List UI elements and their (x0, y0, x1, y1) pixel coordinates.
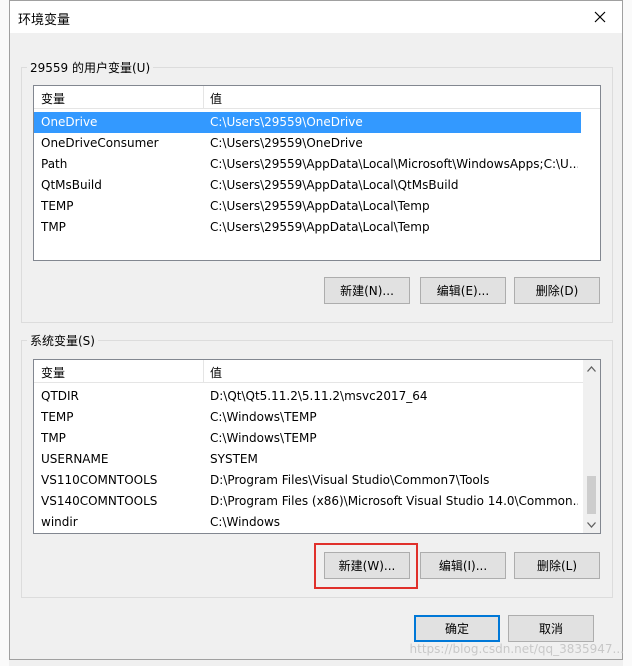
table-row[interactable]: TMP C:\Windows\TEMP (34, 428, 585, 449)
scroll-thumb[interactable] (587, 476, 596, 514)
system-edit-button[interactable]: 编辑(I)... (420, 552, 506, 579)
dialog-title: 环境变量 (18, 13, 71, 28)
variable-value-cell: C:\Users\29559\OneDrive (210, 136, 363, 150)
variable-name-cell: VS110COMNTOOLS (41, 473, 158, 487)
variable-value-cell: SYSTEM (210, 452, 258, 466)
background-window-right (623, 0, 632, 666)
table-row[interactable]: VS110COMNTOOLS D:\Program Files\Visual St… (34, 470, 585, 491)
table-row[interactable]: USERNAME SYSTEM (34, 449, 585, 470)
variable-value-cell: C:\Users\29559\AppData\Local\Temp (210, 199, 430, 213)
annotation-highlight-box (314, 543, 418, 589)
close-icon (594, 11, 606, 23)
variable-value-cell: D:\Qt\Qt5.11.2\5.11.2\msvc2017_64 (210, 389, 428, 403)
column-header-value[interactable]: 值 (210, 364, 222, 381)
table-row[interactable]: OneDriveConsumer C:\Users\29559\OneDrive (34, 133, 581, 154)
close-button[interactable] (578, 1, 622, 33)
user-delete-button[interactable]: 删除(D) (514, 277, 600, 304)
user-new-button[interactable]: 新建(N)... (324, 277, 410, 304)
system-variables-label: 系统变量(S) (27, 332, 98, 349)
system-delete-button[interactable]: 删除(L) (514, 552, 600, 579)
variable-value-cell: C:\Users\29559\AppData\Local\Temp (210, 220, 430, 234)
scroll-down-arrow-icon[interactable] (583, 516, 600, 533)
table-row[interactable]: TEMP C:\Windows\TEMP (34, 407, 585, 428)
table-row[interactable]: QTDIR D:\Qt\Qt5.11.2\5.11.2\msvc2017_64 (34, 386, 585, 407)
variable-name-cell: TEMP (41, 410, 74, 424)
vertical-scrollbar[interactable] (583, 360, 600, 533)
variable-value-cell: C:\Users\29559\AppData\Local\QtMsBuild (210, 178, 459, 192)
user-edit-button[interactable]: 编辑(E)... (420, 277, 506, 304)
variable-name-cell: VS140COMNTOOLS (41, 494, 158, 508)
variable-name-cell: OneDriveConsumer (41, 136, 159, 150)
variable-name-cell: OneDrive (41, 115, 98, 129)
table-row[interactable]: VS140COMNTOOLS D:\Program Files (x86)\Mic… (34, 491, 585, 512)
column-header-value[interactable]: 值 (210, 90, 222, 107)
table-row[interactable]: TEMP C:\Users\29559\AppData\Local\Temp (34, 196, 581, 217)
column-separator[interactable] (203, 360, 204, 382)
variable-value-cell: D:\Program Files (x86)\Microsoft Visual … (210, 494, 578, 508)
environment-variables-dialog: 环境变量 29559 的用户变量(U) 变量 值 OneDrive C:\User… (9, 0, 623, 660)
table-row[interactable]: TMP C:\Users\29559\AppData\Local\Temp (34, 217, 581, 238)
ok-button[interactable]: 确定 (414, 615, 500, 642)
variable-value-cell: C:\Users\29559\OneDrive (210, 115, 363, 129)
variable-value-cell: C:\Windows\TEMP (210, 431, 317, 445)
column-separator[interactable] (203, 86, 204, 108)
variable-value-cell: C:\Windows\TEMP (210, 410, 317, 424)
user-variables-label: 29559 的用户变量(U) (27, 59, 154, 76)
background-window-left (0, 0, 9, 666)
title-bar: 环境变量 (10, 1, 622, 33)
variable-name-cell: TMP (41, 220, 66, 234)
variable-name-cell: USERNAME (41, 452, 109, 466)
variable-name-cell: Path (41, 157, 68, 171)
variable-name-cell: QtMsBuild (41, 178, 102, 192)
variable-name-cell: TEMP (41, 199, 74, 213)
cancel-button[interactable]: 取消 (508, 615, 594, 642)
system-variables-list[interactable]: 变量 值 QTDIR D:\Qt\Qt5.11.2\5.11.2\msvc2017… (33, 359, 601, 534)
table-row[interactable]: Path C:\Users\29559\AppData\Local\Microso… (34, 154, 581, 175)
variable-value-cell: C:\Windows (210, 515, 281, 529)
variable-name-cell: windir (41, 515, 78, 529)
table-row[interactable]: OneDrive C:\Users\29559\OneDrive (34, 112, 581, 133)
variable-name-cell: QTDIR (41, 389, 79, 403)
column-header-variable[interactable]: 变量 (41, 364, 65, 381)
scroll-up-arrow-icon[interactable] (583, 360, 600, 377)
variable-value-cell: D:\Program Files\Visual Studio\Common7\T… (210, 473, 490, 487)
variable-value-cell: C:\Users\29559\AppData\Local\Microsoft\W… (210, 157, 578, 171)
table-row[interactable]: QtMsBuild C:\Users\29559\AppData\Local\Qt… (34, 175, 581, 196)
table-row[interactable]: windir C:\Windows (34, 512, 585, 533)
list-header: 变量 值 (34, 86, 600, 109)
watermark: https://blog.csdn.net/qq_3835947... (409, 642, 624, 656)
user-variables-list[interactable]: 变量 值 OneDrive C:\Users\29559\OneDrive OneD… (33, 85, 601, 261)
variable-name-cell: TMP (41, 431, 66, 445)
column-header-variable[interactable]: 变量 (41, 90, 65, 107)
list-header: 变量 值 (34, 360, 600, 383)
